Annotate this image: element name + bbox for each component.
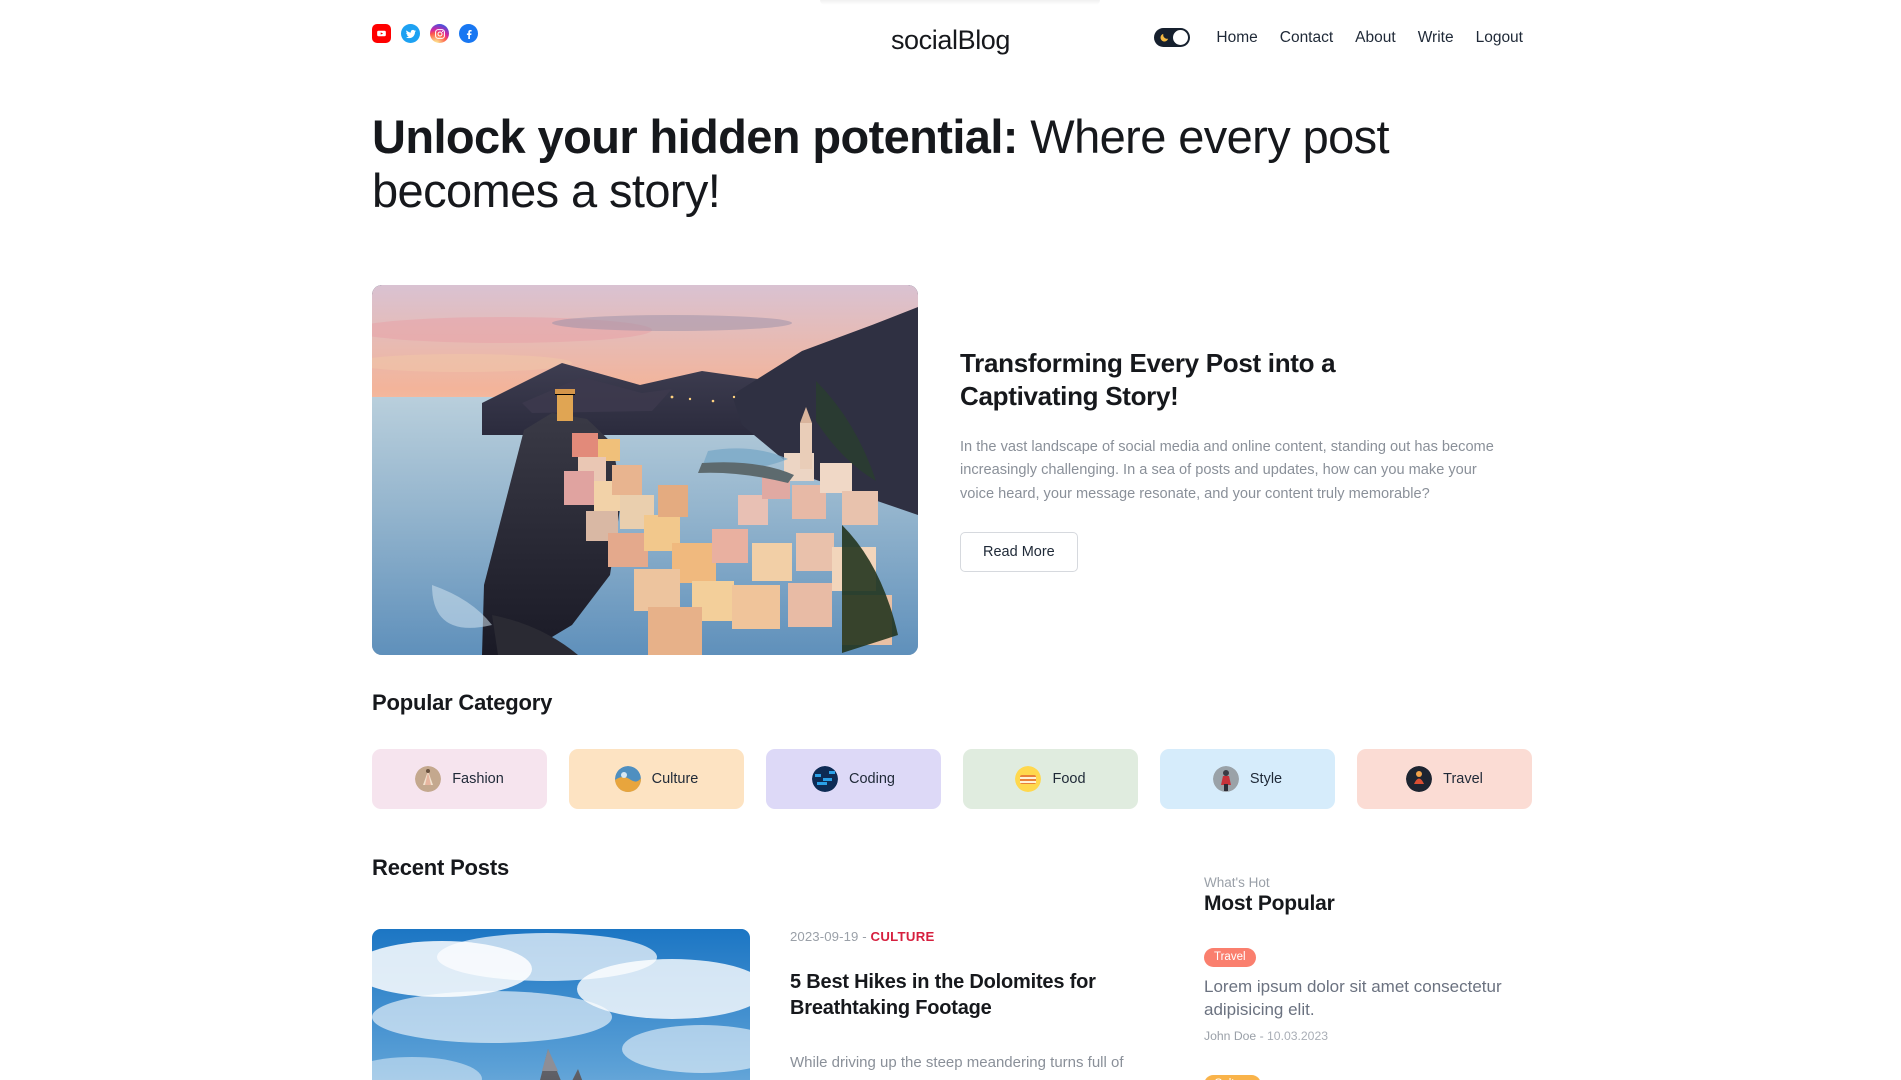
top-shadow-decoration — [820, 0, 1100, 5]
post-category[interactable]: CULTURE — [871, 929, 935, 944]
post-thumbnail — [372, 929, 750, 1080]
most-popular-kicker: What's Hot — [1204, 875, 1270, 890]
category-label: Culture — [651, 771, 699, 787]
status-badge[interactable]: Culture — [1204, 1074, 1262, 1080]
author-name: John Doe — [1204, 1028, 1257, 1043]
main-nav: Home Contact About Write Logout — [1154, 28, 1523, 47]
byline-separator: - — [1259, 1028, 1264, 1043]
popular-category-title: Popular Category — [372, 690, 553, 715]
category-card-culture[interactable]: Culture — [569, 749, 744, 809]
category-label: Style — [1249, 771, 1283, 787]
recent-posts-section: Recent Posts 2023-09-19 - CULTURE 5 Best… — [372, 855, 1162, 1080]
post-date: 2023-09-19 — [790, 929, 859, 944]
nav-link-about[interactable]: About — [1355, 29, 1396, 47]
nav-link-write[interactable]: Write — [1418, 29, 1454, 47]
popular-category-section: Popular Category Fashion Culture Coding — [372, 690, 1532, 809]
moon-icon — [1158, 32, 1170, 44]
category-label: Coding — [849, 771, 895, 787]
most-popular-item-title[interactable]: Lorem ipsum dolor sit amet consectetur a… — [1204, 975, 1534, 1022]
food-avatar-icon — [1015, 766, 1042, 792]
toggle-knob — [1173, 30, 1189, 45]
read-more-button[interactable]: Read More — [960, 532, 1078, 573]
post-title[interactable]: 5 Best Hikes in the Dolomites for Breath… — [790, 969, 1120, 1022]
featured-image — [372, 285, 918, 655]
post-meta: 2023-09-19 - CULTURE — [790, 929, 1124, 944]
category-card-style[interactable]: Style — [1160, 749, 1335, 809]
post-text: 2023-09-19 - CULTURE 5 Best Hikes in the… — [790, 929, 1124, 1080]
category-label: Travel — [1443, 771, 1483, 787]
featured-body: Transforming Every Post into a Captivati… — [960, 285, 1532, 655]
fashion-avatar-icon — [415, 766, 442, 792]
category-card-travel[interactable]: Travel — [1357, 749, 1532, 809]
recent-posts-title: Recent Posts — [372, 855, 509, 880]
nav-link-contact[interactable]: Contact — [1280, 29, 1333, 47]
featured-section: Transforming Every Post into a Captivati… — [372, 285, 1532, 655]
post-date: 10.03.2023 — [1267, 1028, 1329, 1043]
category-card-food[interactable]: Food — [963, 749, 1138, 809]
style-avatar-icon — [1212, 766, 1239, 792]
theme-toggle[interactable] — [1154, 28, 1191, 47]
most-popular-title: Most Popular — [1204, 892, 1335, 915]
category-list: Fashion Culture Coding Food Style Travel — [372, 749, 1532, 809]
site-header: socialBlog Home Contact About Write Logo… — [0, 20, 1901, 64]
most-popular-sidebar: What's Hot Most Popular Travel Lorem ips… — [1204, 875, 1534, 1080]
category-label: Fashion — [452, 771, 504, 787]
featured-heading: Transforming Every Post into a Captivati… — [960, 348, 1336, 412]
most-popular-byline: John Doe - 10.03.2023 — [1204, 1029, 1534, 1043]
post-excerpt: While driving up the steep meandering tu… — [790, 1053, 1124, 1071]
culture-avatar-icon — [614, 766, 641, 792]
post-meta-separator: - — [862, 929, 867, 944]
hero-title-bold: Unlock your hidden potential: — [372, 110, 1018, 163]
travel-avatar-icon — [1406, 766, 1433, 792]
category-label: Food — [1052, 771, 1086, 787]
post-item[interactable]: 2023-09-19 - CULTURE 5 Best Hikes in the… — [372, 929, 1162, 1080]
site-logo[interactable]: socialBlog — [0, 20, 1901, 60]
most-popular-item[interactable]: Travel Lorem ipsum dolor sit amet consec… — [1204, 947, 1534, 1043]
category-card-fashion[interactable]: Fashion — [372, 749, 547, 809]
coding-avatar-icon — [812, 766, 839, 792]
most-popular-item[interactable]: Culture Lorem ipsum dolor sit amet conse… — [1204, 1074, 1534, 1080]
status-badge[interactable]: Travel — [1204, 948, 1256, 967]
page-title: Unlock your hidden potential: Where ever… — [372, 110, 1512, 218]
page-root: socialBlog Home Contact About Write Logo… — [0, 0, 1901, 1080]
category-card-coding[interactable]: Coding — [766, 749, 941, 809]
nav-link-logout[interactable]: Logout — [1476, 29, 1523, 47]
nav-link-home[interactable]: Home — [1216, 29, 1257, 47]
featured-description: In the vast landscape of social media an… — [960, 438, 1494, 502]
